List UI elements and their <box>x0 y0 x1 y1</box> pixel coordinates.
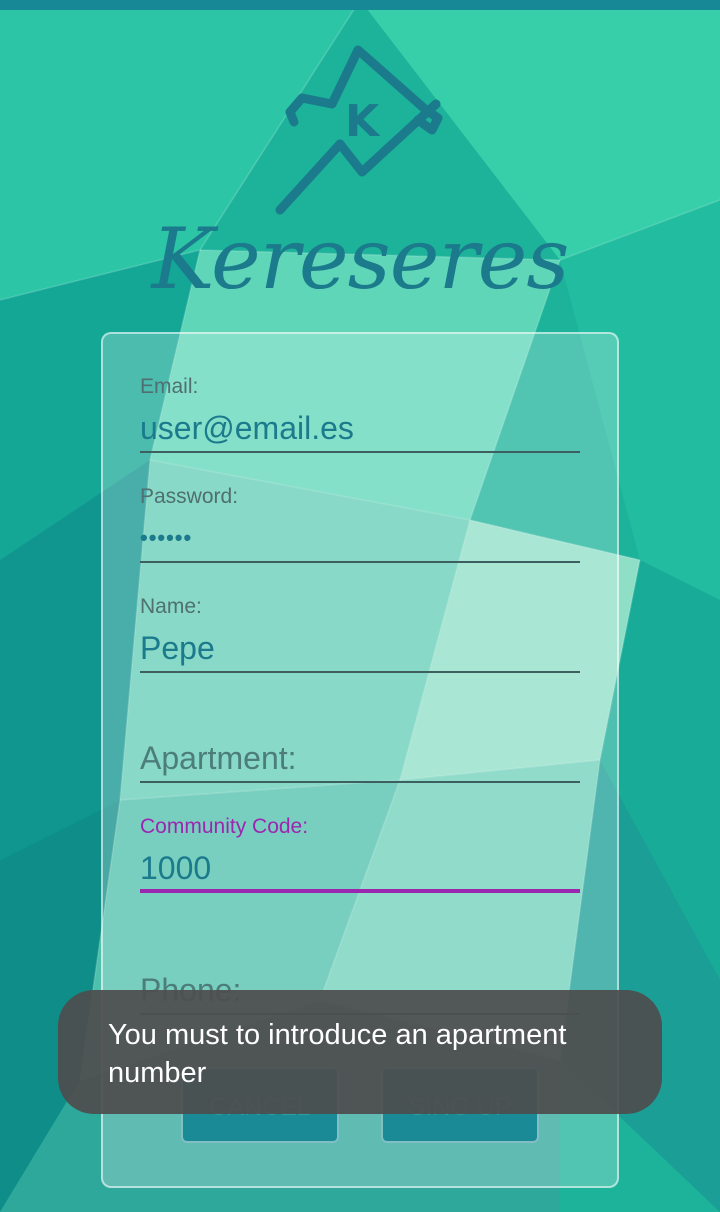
house-logo-icon: K <box>275 45 443 215</box>
email-label: Email: <box>140 375 199 398</box>
community-code-input[interactable]: 1000 <box>140 843 580 893</box>
name-input[interactable]: Pepe <box>140 623 580 673</box>
name-label: Name: <box>140 595 202 618</box>
app-brand-title: Kereseres <box>151 210 570 308</box>
community-code-field-group: Community Code: 1000 <box>140 815 580 893</box>
email-field-group: Email: user@email.es <box>140 375 580 453</box>
apartment-input[interactable]: Apartment: <box>140 733 580 783</box>
name-field-group: Name: Pepe <box>140 595 580 673</box>
community-code-label: Community Code: <box>140 815 309 838</box>
apartment-field-group: Apartment: <box>140 705 580 783</box>
email-input[interactable]: user@email.es <box>140 403 580 453</box>
toast-text: You must to introduce an apartment numbe… <box>108 1019 567 1089</box>
password-field-group: Password: •••••• <box>140 485 580 563</box>
password-input[interactable]: •••••• <box>140 513 580 563</box>
apartment-label <box>140 705 580 733</box>
status-bar <box>0 0 720 10</box>
toast-message: You must to introduce an apartment numbe… <box>58 990 662 1114</box>
logo-letter: K <box>345 96 381 147</box>
password-label: Password: <box>140 485 239 508</box>
